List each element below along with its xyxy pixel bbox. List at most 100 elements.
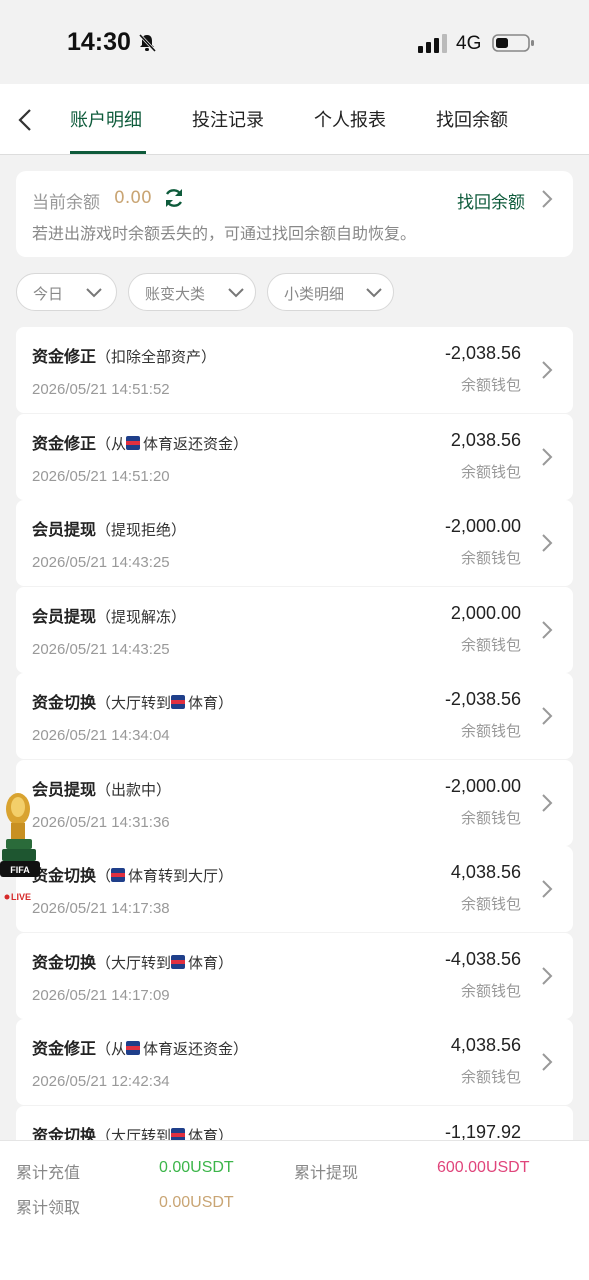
network-type: 4G — [456, 33, 482, 54]
record-detail-prefix: （大厅转到 — [96, 1127, 172, 1140]
record-title: 资金修正（扣除全部资产） — [32, 343, 216, 367]
record-row[interactable]: 会员提现（提现拒绝） 2026/05/21 14:43:25 -2,000.00 余额… — [16, 500, 573, 586]
chevron-right-icon[interactable] — [540, 532, 554, 554]
record-amount: -4,038.56 — [444, 949, 521, 969]
record-time: 2026/05/21 14:17:38 — [32, 900, 170, 917]
record-wallet: 余额钱包 — [460, 895, 521, 913]
tab-bar: 账户明细 投注记录 个人报表 找回余额 — [0, 84, 589, 155]
chevron-right-icon[interactable] — [540, 705, 554, 727]
record-amount: 2,000.00 — [450, 603, 521, 623]
record-time: 2026/05/21 14:34:04 — [32, 727, 170, 744]
record-wallet: 余额钱包 — [460, 982, 521, 1000]
chevron-right-icon[interactable] — [540, 878, 554, 900]
balance-card: 当前余额 0.00 找回余额 若进出游戏时余额丢失的，可通过找回余额自助恢复。 — [16, 171, 573, 257]
record-wallet: 余额钱包 — [460, 722, 521, 740]
record-time: 2026/05/21 14:17:09 — [32, 987, 170, 1004]
record-time: 2026/05/21 14:43:25 — [32, 641, 170, 658]
record-amount: -2,038.56 — [444, 343, 521, 363]
chevron-down-icon — [366, 288, 382, 298]
chevron-right-icon[interactable] — [540, 446, 554, 468]
record-type: 会员提现 — [32, 520, 97, 539]
bell-muted-icon — [138, 33, 157, 53]
record-detail-prefix: （扣除全部资产） — [96, 348, 217, 366]
record-row[interactable]: 资金修正（从 体育返还资金） 2026/05/21 12:42:34 4,038.56… — [16, 1019, 573, 1105]
tab-personal-report[interactable]: 个人报表 — [314, 106, 386, 132]
record-amount: -1,197.92 — [444, 1122, 521, 1140]
record-row[interactable]: 资金切换（ 体育转到大厅） 2026/05/21 14:17:38 4,038.56 余… — [16, 846, 573, 932]
record-amount: 4,038.56 — [450, 862, 521, 882]
record-amount: -2,038.56 — [444, 689, 521, 709]
record-title: 资金修正（从 体育返还资金） — [32, 1035, 248, 1059]
chevron-right-icon[interactable] — [540, 1051, 554, 1073]
record-title: 资金切换（大厅转到 体育） — [32, 949, 233, 973]
record-title: 资金切换（大厅转到 体育） — [32, 689, 233, 713]
record-detail-suffix: 体育） — [188, 694, 234, 712]
record-type: 资金切换 — [32, 1126, 97, 1140]
balance-tip: 若进出游戏时余额丢失的，可通过找回余额自助恢复。 — [32, 224, 417, 243]
filter-sub-category[interactable]: 小类明细 — [267, 273, 394, 311]
record-row[interactable]: 资金切换（大厅转到 体育） 2026/05/21 14:34:04 -2,038.56… — [16, 673, 573, 759]
fifa-badge-text: FIFA — [10, 865, 30, 875]
record-amount: 2,038.56 — [450, 430, 521, 450]
tab-bet-records[interactable]: 投注记录 — [192, 106, 264, 132]
filter-date-label: 今日 — [33, 285, 64, 303]
record-time: 2026/05/21 14:43:25 — [32, 554, 170, 571]
chevron-right-icon[interactable] — [540, 792, 554, 814]
record-time: 2026/05/21 14:51:20 — [32, 468, 170, 485]
record-row[interactable]: 会员提现（出款中） 2026/05/21 14:31:36 -2,000.00 余额钱… — [16, 760, 573, 846]
record-row[interactable]: 资金修正（从 体育返还资金） 2026/05/21 14:51:20 2,038.56… — [16, 414, 573, 500]
record-detail-suffix: 体育返还资金） — [143, 1040, 249, 1058]
record-row[interactable]: 资金切换（大厅转到 体育） -1,197.92 — [16, 1106, 573, 1140]
active-tab-indicator — [70, 151, 146, 154]
sport-flag-icon — [126, 436, 141, 450]
record-detail-suffix: 体育） — [188, 1127, 234, 1140]
tab-recover-balance[interactable]: 找回余额 — [436, 106, 508, 132]
total-claim-label: 累计领取 — [16, 1198, 81, 1217]
filter-main-category-label: 账变大类 — [145, 285, 206, 303]
record-type: 资金修正 — [32, 1039, 97, 1058]
record-title: 会员提现（出款中） — [32, 776, 171, 800]
record-amount: -2,000.00 — [444, 776, 521, 796]
chevron-right-icon[interactable] — [540, 965, 554, 987]
chevron-right-icon[interactable] — [540, 619, 554, 641]
filter-main-category[interactable]: 账变大类 — [128, 273, 256, 311]
total-withdraw-value: 600.00USDT — [437, 1159, 530, 1176]
sport-flag-icon — [126, 1041, 141, 1055]
record-type: 资金修正 — [32, 347, 97, 366]
record-title: 资金切换（大厅转到 体育） — [32, 1122, 233, 1140]
record-title: 会员提现（提现解冻） — [32, 603, 186, 627]
recover-balance-link[interactable]: 找回余额 — [457, 188, 525, 213]
record-time: 2026/05/21 12:42:34 — [32, 1073, 170, 1090]
chevron-right-icon[interactable] — [540, 188, 554, 210]
summary-footer: 累计充值 0.00USDT 累计提现 600.00USDT 累计领取 0.00U… — [0, 1140, 589, 1280]
sport-flag-icon — [171, 695, 186, 709]
signal-icon — [418, 34, 447, 53]
chevron-right-icon[interactable] — [540, 359, 554, 381]
record-row[interactable]: 会员提现（提现解冻） 2026/05/21 14:43:25 2,000.00 余额钱… — [16, 587, 573, 673]
sport-flag-icon — [111, 868, 126, 882]
record-wallet: 余额钱包 — [460, 376, 521, 394]
record-row[interactable]: 资金修正（扣除全部资产） 2026/05/21 14:51:52 -2,038.56… — [16, 327, 573, 413]
balance-value: 0.00 — [114, 188, 152, 208]
chevron-down-icon — [86, 288, 102, 298]
record-detail-prefix: （提现解冻） — [96, 608, 187, 626]
record-detail-prefix: （提现拒绝） — [96, 521, 187, 539]
record-time: 2026/05/21 14:51:52 — [32, 381, 170, 398]
status-time: 14:30 — [67, 28, 131, 56]
live-text: LIVE — [11, 892, 31, 902]
refresh-icon[interactable] — [162, 186, 186, 210]
record-wallet: 余额钱包 — [460, 636, 521, 654]
filter-sub-category-label: 小类明细 — [284, 285, 345, 303]
record-type: 会员提现 — [32, 607, 97, 626]
fifa-live-widget[interactable]: FIFA LIVE — [0, 787, 42, 905]
record-amount: 4,038.56 — [450, 1035, 521, 1055]
record-row[interactable]: 资金切换（大厅转到 体育） 2026/05/21 14:17:09 -4,038.56… — [16, 933, 573, 1019]
record-detail-suffix: 体育转到大厅） — [128, 867, 234, 885]
filter-date[interactable]: 今日 — [16, 273, 117, 311]
record-wallet: 余额钱包 — [460, 549, 521, 567]
record-detail-prefix: （ — [96, 867, 112, 885]
tab-account-details[interactable]: 账户明细 — [70, 106, 142, 132]
back-arrow-icon[interactable] — [12, 106, 40, 134]
total-withdraw-label: 累计提现 — [294, 1163, 359, 1182]
record-detail-suffix: 体育） — [188, 954, 234, 972]
